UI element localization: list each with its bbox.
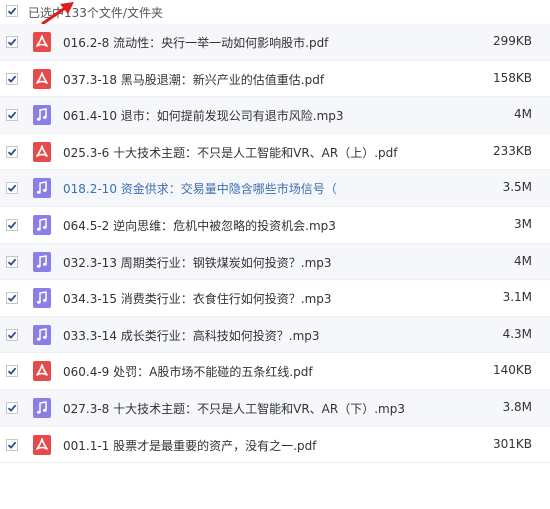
checkmark-icon [7, 404, 17, 412]
pdf-icon [33, 434, 51, 455]
file-size: 4M [514, 107, 532, 122]
checkmark-icon [7, 331, 17, 339]
checkmark-icon [7, 258, 17, 266]
music-note-icon [33, 105, 51, 126]
file-size: 3.8M [502, 399, 532, 414]
file-checkbox[interactable] [6, 292, 18, 305]
file-checkbox[interactable] [6, 218, 18, 231]
file-size: 3.1M [502, 290, 532, 305]
checkmark-icon [7, 38, 17, 46]
file-name[interactable]: 034.3-15 消费类行业：衣食住行如何投资？.mp3 [63, 290, 332, 307]
file-size: 4.3M [502, 326, 532, 341]
file-checkbox[interactable] [6, 255, 18, 268]
checkmark-icon [7, 75, 17, 83]
file-size: 3M [514, 216, 532, 231]
file-name[interactable]: 016.2-8 流动性：央行一举一动如何影响股市.pdf [63, 34, 328, 51]
file-row[interactable]: 033.3-14 成长类行业：高科技如何投资？.mp3 4.3M [0, 316, 550, 354]
file-name[interactable]: 001.1-1 股票才是最重要的资产，没有之一.pdf [63, 437, 316, 454]
file-size: 140KB [492, 363, 532, 378]
file-size: 158KB [492, 70, 532, 85]
file-checkbox[interactable] [6, 365, 18, 378]
file-name[interactable]: 060.4-9 处罚：A股市场不能碰的五条红线.pdf [63, 363, 313, 380]
music-note-icon [33, 324, 51, 345]
file-checkbox[interactable] [6, 109, 18, 122]
file-row[interactable]: 034.3-15 消费类行业：衣食住行如何投资？.mp3 3.1M [0, 280, 550, 317]
file-name[interactable]: 033.3-14 成长类行业：高科技如何投资？.mp3 [63, 327, 320, 344]
file-name[interactable]: 025.3-6 十大技术主题：不只是人工智能和VR、AR（上）.pdf [63, 144, 398, 161]
file-size: 4M [514, 253, 532, 268]
file-row[interactable]: 037.3-18 黑马股退潮：新兴产业的估值重估.pdf 158KB [0, 61, 550, 98]
file-list: 016.2-8 流动性：央行一举一动如何影响股市.pdf 299KB 037.3-1… [0, 24, 550, 464]
pdf-icon [33, 361, 51, 382]
file-row[interactable]: 016.2-8 流动性：央行一举一动如何影响股市.pdf 299KB [0, 24, 550, 61]
file-checkbox[interactable] [6, 328, 18, 341]
file-checkbox[interactable] [6, 438, 18, 451]
select-all-checkbox[interactable] [6, 5, 18, 17]
pdf-icon [33, 141, 51, 162]
pdf-icon [33, 32, 51, 52]
file-row[interactable]: 061.4-10 退市：如何提前发现公司有退市风险.mp3 4M [0, 97, 550, 134]
file-row[interactable]: 025.3-6 十大技术主题：不只是人工智能和VR、AR（上）.pdf 233KB [0, 134, 550, 171]
file-size: 233KB [492, 143, 532, 158]
file-checkbox[interactable] [6, 182, 18, 195]
file-checkbox[interactable] [6, 401, 18, 414]
music-note-icon [33, 397, 51, 418]
file-row[interactable]: 060.4-9 处罚：A股市场不能碰的五条红线.pdf 140KB [0, 353, 550, 390]
file-row[interactable]: 001.1-1 股票才是最重要的资产，没有之一.pdf 301KB [0, 427, 550, 464]
checkmark-icon [7, 367, 17, 376]
music-note-icon [33, 214, 51, 235]
file-name[interactable]: 061.4-10 退市：如何提前发现公司有退市风险.mp3 [63, 107, 344, 124]
file-row[interactable]: 027.3-8 十大技术主题：不只是人工智能和VR、AR（下）.mp3 3.8M [0, 389, 550, 427]
checkmark-icon [7, 441, 17, 449]
music-note-icon [33, 251, 51, 272]
checkmark-icon [7, 294, 17, 303]
music-note-icon [33, 288, 51, 309]
file-size: 299KB [492, 34, 532, 48]
file-name[interactable]: 027.3-8 十大技术主题：不只是人工智能和VR、AR（下）.mp3 [63, 400, 405, 417]
checkmark-icon [7, 111, 17, 120]
file-size: 301KB [492, 436, 532, 451]
file-name[interactable]: 037.3-18 黑马股退潮：新兴产业的估值重估.pdf [63, 71, 324, 88]
file-row[interactable]: 018.2-10 资金供求：交易量中隐含哪些市场信号（ 3.5M [0, 170, 550, 207]
pdf-icon [33, 68, 51, 89]
checkmark-icon [7, 221, 17, 229]
checkmark-icon [7, 148, 17, 156]
selection-header: 已选中133个文件/文件夹 [0, 0, 550, 26]
file-size: 3.5M [502, 180, 532, 195]
file-row[interactable]: 032.3-13 周期类行业：钢铁煤炭如何投资？.mp3 4M [0, 243, 550, 281]
file-name[interactable]: 018.2-10 资金供求：交易量中隐含哪些市场信号（ [63, 180, 337, 197]
file-checkbox[interactable] [6, 36, 18, 48]
checkmark-icon [7, 7, 17, 15]
file-name[interactable]: 032.3-13 周期类行业：钢铁煤炭如何投资？.mp3 [63, 254, 332, 271]
checkmark-icon [7, 184, 17, 193]
music-note-icon [33, 178, 51, 199]
file-name[interactable]: 064.5-2 逆向思维：危机中被忽略的投资机会.mp3 [63, 217, 336, 234]
file-checkbox[interactable] [6, 145, 18, 158]
annotation-arrow-icon [41, 2, 74, 26]
file-row[interactable]: 064.5-2 逆向思维：危机中被忽略的投资机会.mp3 3M [0, 207, 550, 244]
file-checkbox[interactable] [6, 72, 18, 85]
